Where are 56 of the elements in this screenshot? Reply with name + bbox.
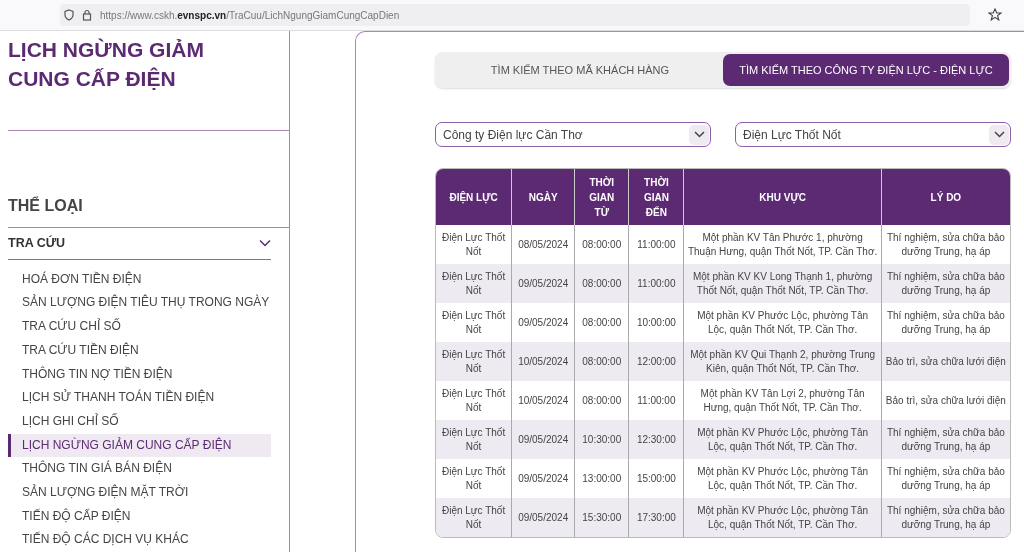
- table-cell: 09/05/2024: [511, 264, 575, 303]
- sidebar-item[interactable]: THÔNG TIN GIÁ BÁN ĐIỆN: [8, 457, 271, 481]
- table-cell: Bảo trì, sửa chữa lưới điện: [880, 342, 1010, 381]
- address-bar[interactable]: https://www.cskh.evnspc.vn/TraCuu/LichNgungGiamCungCapDien: [100, 9, 400, 21]
- table-cell: Điện Lực Thốt Nốt: [436, 498, 512, 537]
- table-cell: 10/05/2024: [511, 342, 575, 381]
- star-icon[interactable]: [988, 8, 1002, 22]
- table-cell: 08:00:00: [574, 264, 629, 303]
- search-tab[interactable]: TÌM KIẾM THEO CÔNG TY ĐIỆN LỰC - ĐIỆN LỰC: [723, 54, 1009, 86]
- page-title: LỊCH NGỪNG GIẢM CUNG CẤP ĐIỆN: [8, 37, 205, 92]
- chevron-icon: [259, 239, 271, 248]
- dropdown-field[interactable]: Điện Lực Thốt Nốt: [735, 122, 1011, 147]
- table-cell: 15:30:00: [574, 498, 629, 537]
- sidebar-item[interactable]: SẢN LƯỢNG ĐIỆN MẶT TRỜI: [8, 480, 271, 505]
- sidebar-item[interactable]: THÔNG TIN NỢ TIỀN ĐIỆN: [8, 362, 271, 387]
- search-tab[interactable]: TÌM KIẾM THEO MÃ KHÁCH HÀNG: [437, 54, 723, 86]
- chevron-icon: [693, 131, 705, 138]
- column-header: KHU VỰC: [683, 169, 881, 225]
- column-header: LÝ DO: [880, 169, 1010, 225]
- sidebar-heading: THỂ LOẠI: [8, 195, 84, 216]
- sidebar-item[interactable]: SẢN LƯỢNG ĐIỆN TIÊU THỤ TRONG NGÀY: [8, 291, 271, 316]
- sidebar-item[interactable]: TIẾN ĐỘ CÁC DỊCH VỤ KHÁC: [8, 528, 271, 552]
- table-cell: 10:30:00: [574, 420, 629, 459]
- table-cell: 11:00:00: [628, 264, 684, 303]
- table-cell: Thí nghiệm, sửa chữa bảo dưỡng Trung, hạ áp: [880, 264, 1010, 303]
- column-header: ĐIỆN LỰC: [436, 169, 512, 225]
- table-cell: Một phần KV Phước Lộc, phường Tân Lộc, quận Thốt Nốt, TP. Cần Thơ.: [683, 420, 881, 459]
- dropdown-field[interactable]: Công ty Điện lực Cần Thơ: [435, 122, 711, 147]
- table-cell: Một phần KV Phước Lộc, phường Tân Lộc, quận Thốt Nốt, TP. Cần Thơ.: [683, 498, 881, 537]
- chevron-icon: [993, 131, 1005, 138]
- shield-icon: [64, 9, 74, 21]
- table-cell: Điện Lực Thốt Nốt: [436, 264, 512, 303]
- table-cell: 12:30:00: [628, 420, 684, 459]
- table-cell: 17:30:00: [628, 498, 684, 537]
- table-cell: Thí nghiệm, sửa chữa bảo dưỡng Trung, hạ áp: [880, 420, 1010, 459]
- sidebar-item[interactable]: LỊCH NGỪNG GIẢM CUNG CẤP ĐIỆN: [8, 433, 271, 458]
- table-cell: Điện Lực Thốt Nốt: [436, 420, 512, 459]
- table-cell: Điện Lực Thốt Nốt: [436, 342, 512, 381]
- table-cell: Một phần KV KV Long Thạnh 1, phường Thốt Nốt, quận Thốt Nốt, TP. Cần Thơ.: [683, 264, 881, 303]
- table-cell: Một phần KV Qui Thạnh 2, phường Trung Kiên, quận Thốt Nốt, TP. Cần Thơ.: [683, 342, 881, 381]
- sidebar-item[interactable]: LỊCH GHI CHỈ SỐ: [8, 409, 271, 434]
- lock-icon: [82, 9, 92, 21]
- table-cell: Thí nghiệm, sửa chữa bảo dưỡng Trung, hạ áp: [880, 498, 1010, 537]
- table-cell: 08:00:00: [574, 342, 629, 381]
- section-header[interactable]: TRA CỨU: [8, 228, 271, 260]
- table-cell: 12:00:00: [628, 342, 684, 381]
- sidebar-item[interactable]: TIẾN ĐỘ CẤP ĐIỆN: [8, 504, 271, 529]
- sidebar-item[interactable]: LỊCH SỬ THANH TOÁN TIỀN ĐIỆN: [8, 386, 271, 410]
- column-header: THỜI GIAN TỪ: [574, 169, 629, 225]
- column-header: NGÀY: [511, 169, 575, 225]
- sidebar-item[interactable]: TRA CỨU TIỀN ĐIỆN: [8, 338, 271, 363]
- sidebar-item[interactable]: TRA CỨU CHỈ SỐ: [8, 315, 271, 339]
- column-header: THỜI GIAN ĐẾN: [628, 169, 684, 225]
- sidebar-item[interactable]: HOÁ ĐƠN TIỀN ĐIỆN: [8, 267, 271, 292]
- table-cell: 09/05/2024: [511, 420, 575, 459]
- table-cell: 09/05/2024: [511, 498, 575, 537]
